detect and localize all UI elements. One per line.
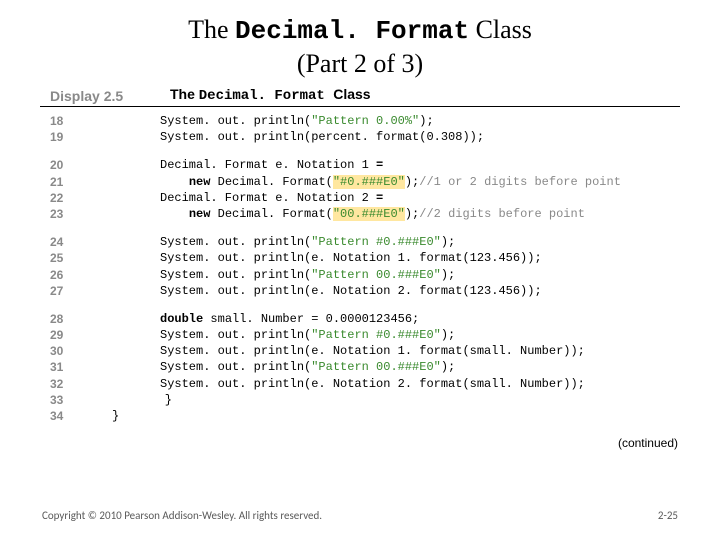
- title-line2: (Part 2 of 3): [297, 49, 423, 78]
- title-prefix: The: [188, 15, 235, 44]
- code-content: }: [86, 392, 680, 408]
- code-line: 31System. out. println("Pattern 00.###E0…: [40, 359, 680, 375]
- code-line: 34}: [40, 408, 680, 424]
- display-label: Display 2.5: [40, 88, 170, 104]
- code-block: 20Decimal. Format e. Notation 1 =21 new …: [40, 157, 680, 222]
- code-content: System. out. println(e. Notation 1. form…: [86, 343, 680, 359]
- line-number: 23: [40, 206, 86, 222]
- display-title: The Decimal. Format Class: [170, 86, 371, 104]
- title-suffix: Class: [469, 15, 532, 44]
- code-content: System. out. println(percent. format(0.3…: [86, 129, 680, 145]
- footer: Copyright © 2010 Pearson Addison-Wesley.…: [0, 509, 720, 522]
- line-number: 30: [40, 343, 86, 359]
- continued-label: (continued): [0, 436, 720, 450]
- code-content: System. out. println("Pattern 00.###E0")…: [86, 359, 680, 375]
- code-line: 22Decimal. Format e. Notation 2 =: [40, 190, 680, 206]
- code-line: 19System. out. println(percent. format(0…: [40, 129, 680, 145]
- code-content: System. out. println(e. Notation 2. form…: [86, 376, 680, 392]
- line-number: 34: [40, 408, 86, 424]
- slide-title: The Decimal. Format Class (Part 2 of 3): [0, 0, 720, 80]
- line-number: 20: [40, 157, 86, 173]
- code-line: 21 new Decimal. Format("#0.###E0");//1 o…: [40, 174, 680, 190]
- code-content: System. out. println("Pattern 00.###E0")…: [86, 267, 680, 283]
- line-number: 25: [40, 250, 86, 266]
- code-block: 18System. out. println("Pattern 0.00%");…: [40, 113, 680, 145]
- code-line: 20Decimal. Format e. Notation 1 =: [40, 157, 680, 173]
- code-content: Decimal. Format e. Notation 1 =: [86, 157, 680, 173]
- line-number: 32: [40, 376, 86, 392]
- code-line: 29System. out. println("Pattern #0.###E0…: [40, 327, 680, 343]
- copyright: Copyright © 2010 Pearson Addison-Wesley.…: [42, 509, 322, 522]
- code-line: 30System. out. println(e. Notation 1. fo…: [40, 343, 680, 359]
- code-content: System. out. println("Pattern #0.###E0")…: [86, 327, 680, 343]
- code-block: 24System. out. println("Pattern #0.###E0…: [40, 234, 680, 299]
- line-number: 26: [40, 267, 86, 283]
- slide: The Decimal. Format Class (Part 2 of 3) …: [0, 0, 720, 540]
- line-number: 22: [40, 190, 86, 206]
- line-number: 27: [40, 283, 86, 299]
- line-number: 21: [40, 174, 86, 190]
- line-number: 31: [40, 359, 86, 375]
- code-content: System. out. println(e. Notation 1. form…: [86, 250, 680, 266]
- code-content: new Decimal. Format("00.###E0");//2 digi…: [86, 206, 680, 222]
- code-content: new Decimal. Format("#0.###E0");//1 or 2…: [86, 174, 680, 190]
- code-line: 25System. out. println(e. Notation 1. fo…: [40, 250, 680, 266]
- code-content: System. out. println(e. Notation 2. form…: [86, 283, 680, 299]
- code-area: 18System. out. println("Pattern 0.00%");…: [40, 113, 680, 424]
- code-line: 27System. out. println(e. Notation 2. fo…: [40, 283, 680, 299]
- line-number: 24: [40, 234, 86, 250]
- code-line: 23 new Decimal. Format("00.###E0");//2 d…: [40, 206, 680, 222]
- code-content: Decimal. Format e. Notation 2 =: [86, 190, 680, 206]
- code-line: 33 }: [40, 392, 680, 408]
- line-number: 29: [40, 327, 86, 343]
- code-block: 28double small. Number = 0.0000123456;29…: [40, 311, 680, 424]
- code-line: 26System. out. println("Pattern 00.###E0…: [40, 267, 680, 283]
- code-content: System. out. println("Pattern 0.00%");: [86, 113, 680, 129]
- page-number: 2-25: [658, 509, 678, 522]
- code-line: 32System. out. println(e. Notation 2. fo…: [40, 376, 680, 392]
- code-content: }: [86, 408, 680, 424]
- title-classname: Decimal. Format: [235, 16, 469, 46]
- line-number: 19: [40, 129, 86, 145]
- line-number: 18: [40, 113, 86, 129]
- line-number: 28: [40, 311, 86, 327]
- line-number: 33: [40, 392, 86, 408]
- code-line: 18System. out. println("Pattern 0.00%");: [40, 113, 680, 129]
- display-header: Display 2.5 The Decimal. Format Class: [40, 86, 680, 107]
- code-content: double small. Number = 0.0000123456;: [86, 311, 680, 327]
- code-line: 28double small. Number = 0.0000123456;: [40, 311, 680, 327]
- code-content: System. out. println("Pattern #0.###E0")…: [86, 234, 680, 250]
- code-line: 24System. out. println("Pattern #0.###E0…: [40, 234, 680, 250]
